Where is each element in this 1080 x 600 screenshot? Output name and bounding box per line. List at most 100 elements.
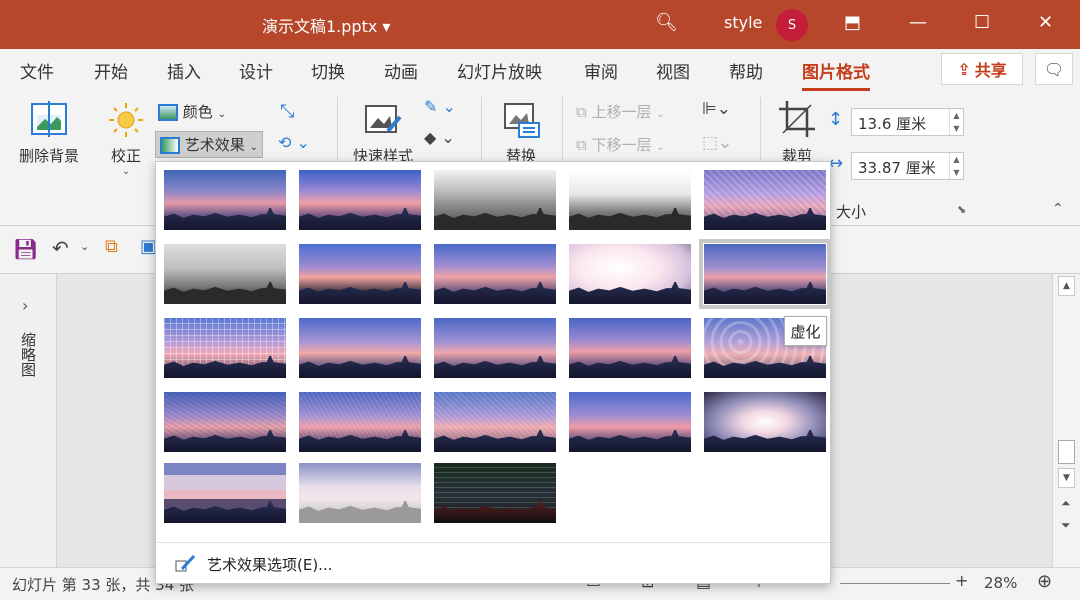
city-silhouette: [569, 430, 691, 452]
artistic-effect-plastic-wrap[interactable]: [703, 391, 827, 453]
vertical-scrollbar[interactable]: ▲ ▼ ⏶ ⏷: [1052, 274, 1080, 567]
artistic-effect-paint-brush[interactable]: [433, 243, 557, 305]
artistic-effect-watercolor[interactable]: [298, 317, 422, 379]
artistic-effect-pencil-sketch[interactable]: [568, 169, 692, 231]
search-icon[interactable]: 🔍︎: [655, 12, 678, 33]
city-silhouette: [164, 282, 286, 304]
save-icon[interactable]: 💾︎: [13, 237, 38, 261]
picture-border-icon[interactable]: ✎ ⌄: [424, 97, 456, 116]
scroll-thumb[interactable]: [1058, 440, 1075, 464]
city-silhouette: [299, 282, 421, 304]
send-backward-label: 下移一层: [591, 136, 652, 154]
tab-design[interactable]: 设计: [239, 58, 273, 83]
remove-background-button[interactable]: 删除背景: [14, 101, 84, 166]
artistic-effect-none[interactable]: [163, 169, 287, 231]
height-input[interactable]: 13.6 厘米 ▲ ▼: [851, 108, 964, 136]
artistic-effects-label: 艺术效果: [184, 136, 245, 154]
change-picture-icon[interactable]: ⟲ ⌄: [278, 133, 310, 152]
artistic-effect-blur[interactable]: [699, 239, 831, 309]
artistic-effect-marker[interactable]: [298, 169, 422, 231]
artistic-effect-pencil-gray[interactable]: [433, 169, 557, 231]
fit-to-window-icon[interactable]: ⊕: [1037, 571, 1052, 592]
artistic-effect-texturizer[interactable]: [298, 391, 422, 453]
size-group-label: 大小: [836, 203, 867, 221]
next-slide-icon[interactable]: ⏷: [1061, 518, 1071, 533]
title-chevron-icon: ▾: [382, 17, 391, 36]
avatar[interactable]: S: [776, 9, 808, 41]
tab-view[interactable]: 视图: [656, 58, 690, 83]
height-spinner[interactable]: ▲ ▼: [949, 109, 963, 135]
color-button[interactable]: 颜色 ⌄: [158, 101, 226, 122]
quick-styles-button[interactable]: 快速样式: [348, 101, 418, 166]
artistic-effects-button[interactable]: 艺术效果 ⌄: [155, 131, 263, 158]
artistic-effect-paint-strokes[interactable]: [298, 243, 422, 305]
city-silhouette: [704, 208, 826, 230]
undo-icon[interactable]: ↶: [52, 236, 69, 260]
align-icon[interactable]: ⊫⌄: [702, 99, 731, 119]
replace-button[interactable]: 替换: [496, 101, 546, 166]
ribbon-tabs: 文件 开始 插入 设计 切换 动画 幻灯片放映 审阅 视图 帮助 图片格式: [0, 49, 1080, 91]
artistic-effect-photocopy[interactable]: [298, 462, 422, 524]
compress-pictures-icon[interactable]: ⤡: [280, 101, 294, 122]
corrections-button[interactable]: 校正 ⌄: [104, 101, 148, 177]
send-backward-button[interactable]: ⧉ 下移一层 ⌄: [576, 134, 665, 155]
city-silhouette: [299, 501, 421, 523]
group-icon[interactable]: ⬚⌄: [702, 133, 732, 153]
tab-picture-format[interactable]: 图片格式: [802, 58, 870, 91]
scroll-down-icon[interactable]: ▼: [1058, 468, 1075, 488]
city-silhouette: [299, 430, 421, 452]
bring-forward-icon: ⧉: [576, 103, 587, 121]
width-spinner[interactable]: ▲ ▼: [949, 153, 963, 179]
size-dialog-launcher-icon[interactable]: ⬊: [957, 203, 966, 216]
ribbon-display-icon[interactable]: ⬒: [844, 12, 861, 33]
artistic-effect-film-grain[interactable]: [568, 317, 692, 379]
picture-effects-icon[interactable]: ◆ ⌄: [424, 128, 455, 147]
share-label: 共享: [974, 61, 1007, 80]
start-slideshow-icon[interactable]: ⧉: [105, 236, 118, 257]
chevron-down-icon[interactable]: ⌄: [80, 240, 89, 253]
zoom-level[interactable]: 28%: [984, 574, 1017, 592]
tab-help[interactable]: 帮助: [729, 58, 763, 83]
user-name[interactable]: style: [724, 13, 762, 32]
zoom-slider[interactable]: [840, 583, 950, 584]
tab-home[interactable]: 开始: [94, 58, 128, 83]
tab-transitions[interactable]: 切换: [311, 58, 345, 83]
close-icon[interactable]: ✕: [1038, 12, 1053, 33]
chevron-down-icon: ⌄: [121, 166, 131, 177]
quick-styles-icon: [365, 105, 402, 133]
artistic-effect-glow-edges[interactable]: [433, 462, 557, 524]
artistic-effect-line-drawing[interactable]: [703, 169, 827, 231]
tab-review[interactable]: 审阅: [584, 58, 618, 83]
artistic-effect-cutout[interactable]: [163, 462, 287, 524]
maximize-icon[interactable]: ☐: [974, 12, 990, 33]
scroll-up-icon[interactable]: ▲: [1058, 276, 1075, 296]
remove-background-icon: [31, 101, 67, 137]
city-silhouette: [299, 356, 421, 378]
city-silhouette: [569, 282, 691, 304]
comment-button[interactable]: 🗨︎: [1035, 53, 1073, 85]
previous-slide-icon[interactable]: ⏶: [1061, 496, 1071, 511]
artistic-effect-glow-diffused[interactable]: [568, 243, 692, 305]
artistic-effect-cutout-sponge[interactable]: [433, 317, 557, 379]
tab-slideshow[interactable]: 幻灯片放映: [457, 58, 542, 83]
share-button[interactable]: ⇪ 共享: [941, 53, 1023, 85]
artistic-effects-options-item[interactable]: 艺术效果选项(E)...: [156, 542, 830, 584]
collapse-ribbon-icon[interactable]: ⌃: [1052, 201, 1064, 217]
artistic-effect-cement[interactable]: [163, 391, 287, 453]
crop-button[interactable]: 裁剪: [774, 99, 820, 166]
expand-pane-icon[interactable]: ›: [22, 296, 28, 315]
width-input[interactable]: 33.87 厘米 ▲ ▼: [851, 152, 964, 180]
bring-forward-button[interactable]: ⧉ 上移一层 ⌄: [576, 101, 665, 122]
tab-animations[interactable]: 动画: [384, 58, 418, 83]
tab-file[interactable]: 文件: [20, 58, 54, 83]
zoom-in-icon[interactable]: +: [955, 571, 968, 590]
artistic-effect-crisscross[interactable]: [433, 391, 557, 453]
artistic-effect-pastels[interactable]: [568, 391, 692, 453]
city-silhouette: [434, 501, 556, 523]
tab-insert[interactable]: 插入: [167, 58, 201, 83]
minimize-icon[interactable]: —: [909, 12, 927, 33]
artistic-effect-light-screen[interactable]: [163, 317, 287, 379]
city-silhouette: [434, 356, 556, 378]
artistic-effect-chalk[interactable]: [163, 243, 287, 305]
document-title[interactable]: 演示文稿1.pptx ▾: [262, 13, 390, 37]
